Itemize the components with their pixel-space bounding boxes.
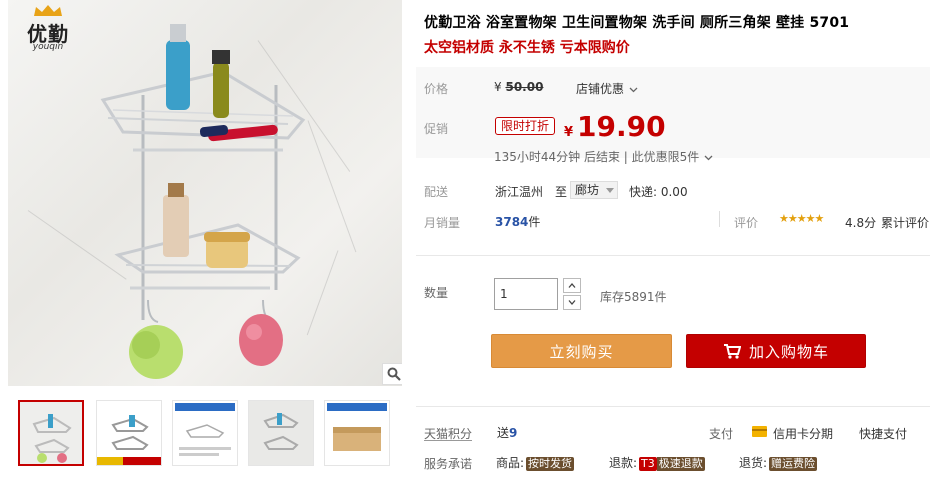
add-to-cart-button[interactable]: 加入购物车 xyxy=(686,334,866,368)
rating-label: 评价 xyxy=(734,216,759,230)
promo-price-value: 19.90 xyxy=(577,110,666,143)
chevron-down-icon xyxy=(568,300,576,305)
quantity-increase-button[interactable] xyxy=(563,278,581,293)
original-price-value: 50.00 xyxy=(505,80,544,94)
crown-icon xyxy=(34,5,62,16)
original-price: ¥ 50.00 xyxy=(494,80,543,94)
service-tag-t3: T3 xyxy=(639,457,657,471)
promo-badge: 限时打折 xyxy=(495,117,556,135)
points-prefix: 送 xyxy=(497,426,510,440)
chevron-down-icon xyxy=(629,87,638,93)
quick-payment-link[interactable]: 快捷支付 xyxy=(859,425,907,442)
shipping-label: 配送 xyxy=(424,185,449,199)
original-price-currency: ¥ xyxy=(494,80,502,94)
service-tag-insurance: 赠运费险 xyxy=(769,457,818,471)
monthly-sales-count: 3784 xyxy=(495,215,529,229)
promo-timer-text: 135小时44分钟 后结束 | 此优惠限5件 xyxy=(494,150,700,164)
monthly-sales: 3784件 xyxy=(495,213,540,230)
rating-score: 4.8分 xyxy=(845,216,877,230)
store-discount-link[interactable]: 店铺优惠 xyxy=(576,80,638,97)
quantity-label: 数量 xyxy=(424,286,449,300)
divider xyxy=(719,211,720,227)
brand-name-en: youqin xyxy=(32,42,64,52)
shipping-express: 快递: 0.00 xyxy=(629,185,688,199)
promo-label: 促销 xyxy=(424,122,449,136)
chevron-down-icon xyxy=(704,155,713,161)
price-label: 价格 xyxy=(424,82,449,96)
shipping-to: 至 xyxy=(555,185,568,199)
zoom-icon[interactable] xyxy=(382,363,402,385)
rating-stars: ★★★★★ xyxy=(779,212,824,225)
cart-icon xyxy=(723,344,741,359)
promo-price: ¥19.90 xyxy=(564,110,666,143)
shipping-origin: 浙江温州 xyxy=(495,185,544,199)
divider xyxy=(416,255,930,256)
credit-installment-link[interactable]: 信用卡分期 xyxy=(773,425,833,442)
thumbnail-strip xyxy=(8,394,402,474)
divider xyxy=(416,406,930,407)
corner-shelf-illustration xyxy=(100,24,306,379)
service-fast-refund[interactable]: 退款: T3 极速退款 xyxy=(609,454,705,471)
thumbnail-2[interactable] xyxy=(96,400,162,466)
points-value: 送9 xyxy=(497,424,517,441)
service-item-refund: 退款: xyxy=(609,456,638,470)
payment-label: 支付 xyxy=(709,427,734,441)
destination-value: 廊坊 xyxy=(575,183,600,197)
service-item-return: 退货: xyxy=(739,456,768,470)
service-item-goods: 商品: xyxy=(496,456,525,470)
points-number: 9 xyxy=(509,426,518,440)
product-title: 优勤卫浴 浴室置物架 卫生间置物架 洗手间 厕所三角架 壁挂 5701 xyxy=(424,15,850,31)
promo-price-currency: ¥ xyxy=(564,125,574,140)
monthly-sales-unit: 件 xyxy=(528,215,541,229)
service-tag-ontime: 按时发货 xyxy=(526,457,575,471)
add-to-cart-label: 加入购物车 xyxy=(748,342,829,361)
main-product-image[interactable]: 优勤 youqin xyxy=(8,0,402,386)
service-return-shipping-insurance[interactable]: 退货: 赠运费险 xyxy=(739,454,818,471)
buy-now-button[interactable]: 立刻购买 xyxy=(491,334,672,368)
thumbnail-4[interactable] xyxy=(248,400,314,466)
service-ontime-shipping[interactable]: 商品: 按时发货 xyxy=(496,454,575,471)
stock-text: 库存5891件 xyxy=(600,290,667,304)
store-discount-label: 店铺优惠 xyxy=(576,82,625,96)
destination-select[interactable]: 廊坊 xyxy=(570,181,618,199)
promo-timer[interactable]: 135小时44分钟 后结束 | 此优惠限5件 xyxy=(494,148,713,165)
product-subtitle: 太空铝材质 永不生锈 亏本限购价 xyxy=(424,40,630,56)
monthly-sales-label: 月销量 xyxy=(424,216,461,230)
service-label: 服务承诺 xyxy=(424,457,473,471)
points-label-underline xyxy=(424,440,472,441)
thumbnail-1[interactable] xyxy=(18,400,84,466)
dropdown-arrow-icon xyxy=(606,188,614,193)
buy-now-label: 立刻购买 xyxy=(549,342,614,361)
thumbnail-3[interactable] xyxy=(172,400,238,466)
credit-card-icon xyxy=(752,426,767,437)
quantity-decrease-button[interactable] xyxy=(563,295,581,310)
service-tag-fast-refund: 极速退款 xyxy=(656,457,705,471)
thumbnail-5[interactable] xyxy=(324,400,390,466)
brand-logo: 优勤 youqin xyxy=(22,4,74,54)
quantity-input[interactable] xyxy=(494,278,558,310)
chevron-up-icon xyxy=(568,283,576,288)
total-reviews-link[interactable]: 累计评价 xyxy=(881,214,929,231)
